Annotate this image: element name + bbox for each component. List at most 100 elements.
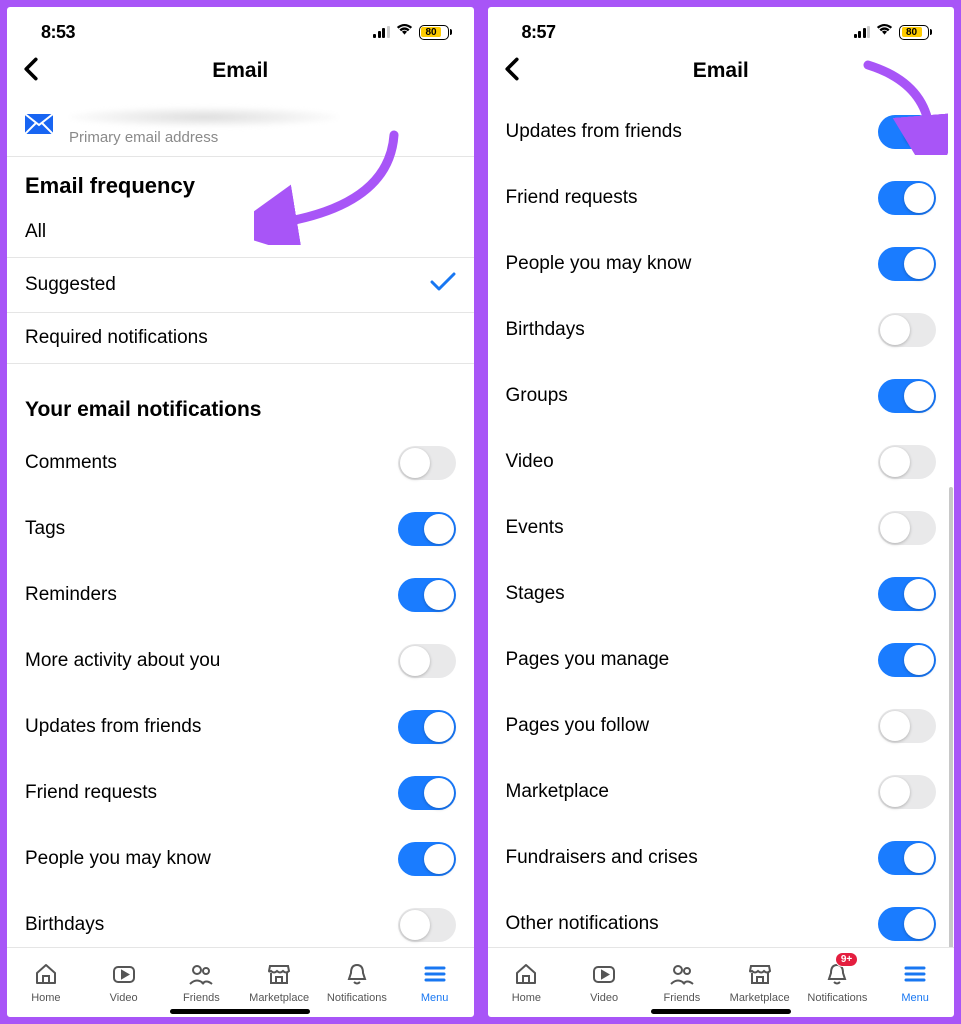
nav-marketplace[interactable]: Marketplace xyxy=(240,948,318,1017)
email-address-blurred xyxy=(69,107,339,127)
check-icon xyxy=(430,272,456,298)
video-icon xyxy=(111,961,137,990)
nav-header: Email xyxy=(488,51,955,99)
toggle-row: Reminders xyxy=(7,562,474,628)
toggle-label: Events xyxy=(506,517,564,539)
nav-friends[interactable]: Friends xyxy=(643,948,721,1017)
section-your-notifications: Your email notifications xyxy=(7,382,474,430)
home-indicator[interactable] xyxy=(651,1009,791,1014)
nav-label: Marketplace xyxy=(730,992,790,1004)
nav-marketplace[interactable]: Marketplace xyxy=(721,948,799,1017)
toggle-switch[interactable] xyxy=(398,512,456,546)
toggle-switch[interactable] xyxy=(398,446,456,480)
toggle-label: Marketplace xyxy=(506,781,610,803)
toggle-label: Pages you follow xyxy=(506,715,650,737)
menu-icon xyxy=(902,961,928,990)
toggle-label: Other notifications xyxy=(506,913,659,935)
toggle-label: Friend requests xyxy=(506,187,638,209)
back-button[interactable] xyxy=(23,57,39,86)
toggle-label: Fundraisers and crises xyxy=(506,847,698,869)
toggle-switch[interactable] xyxy=(878,379,936,413)
toggle-label: Tags xyxy=(25,518,65,540)
toggle-switch[interactable] xyxy=(398,776,456,810)
email-sublabel: Primary email address xyxy=(69,129,456,146)
cellular-icon xyxy=(373,26,390,38)
toggle-row: Stages xyxy=(488,561,955,627)
page-title: Email xyxy=(7,59,474,83)
toggle-switch[interactable] xyxy=(878,709,936,743)
nav-bell[interactable]: Notifications xyxy=(318,948,396,1017)
frequency-option[interactable]: Required notifications xyxy=(7,313,474,364)
nav-friends[interactable]: Friends xyxy=(163,948,241,1017)
toggle-switch[interactable] xyxy=(398,908,456,942)
marketplace-icon xyxy=(747,961,773,990)
video-icon xyxy=(591,961,617,990)
friends-icon xyxy=(669,961,695,990)
nav-label: Friends xyxy=(183,992,220,1004)
nav-bell[interactable]: Notifications 9+ xyxy=(799,948,877,1017)
nav-label: Notifications xyxy=(327,992,387,1004)
toggle-row: Fundraisers and crises xyxy=(488,825,955,891)
toggle-label: Birthdays xyxy=(506,319,585,341)
friends-icon xyxy=(188,961,214,990)
toggle-switch[interactable] xyxy=(398,710,456,744)
scroll-indicator[interactable] xyxy=(949,487,953,947)
toggle-row: People you may know xyxy=(488,231,955,297)
toggle-switch[interactable] xyxy=(878,643,936,677)
toggle-label: Video xyxy=(506,451,554,473)
toggle-switch[interactable] xyxy=(398,644,456,678)
nav-video[interactable]: Video xyxy=(85,948,163,1017)
toggle-switch[interactable] xyxy=(878,775,936,809)
toggle-label: Birthdays xyxy=(25,914,104,936)
toggle-switch[interactable] xyxy=(878,313,936,347)
toggle-row: Other notifications xyxy=(488,891,955,947)
toggle-switch[interactable] xyxy=(398,578,456,612)
toggle-label: Comments xyxy=(25,452,117,474)
toggle-switch[interactable] xyxy=(878,907,936,941)
toggle-row: Events xyxy=(488,495,955,561)
toggle-label: Groups xyxy=(506,385,568,407)
toggle-label: More activity about you xyxy=(25,650,220,672)
nav-label: Friends xyxy=(664,992,701,1004)
toggle-row: Updates from friends xyxy=(7,694,474,760)
notification-badge: 9+ xyxy=(835,952,858,967)
frequency-option[interactable]: Suggested xyxy=(7,258,474,313)
toggle-switch[interactable] xyxy=(878,577,936,611)
nav-label: Home xyxy=(512,992,541,1004)
toggle-label: Updates from friends xyxy=(506,121,682,143)
section-email-frequency: Email frequency xyxy=(7,157,474,207)
nav-header: Email xyxy=(7,51,474,99)
toggle-switch[interactable] xyxy=(878,181,936,215)
status-bar: 8:57 80 xyxy=(488,7,955,51)
nav-video[interactable]: Video xyxy=(565,948,643,1017)
phone-right: 8:57 80 Email Updates from friends Friend… xyxy=(485,4,958,1020)
battery-icon: 80 xyxy=(419,25,452,40)
toggle-switch[interactable] xyxy=(878,511,936,545)
nav-home[interactable]: Home xyxy=(488,948,566,1017)
toggle-switch[interactable] xyxy=(878,841,936,875)
nav-menu[interactable]: Menu xyxy=(876,948,954,1017)
primary-email-row[interactable]: Primary email address xyxy=(7,99,474,157)
toggle-row: Pages you manage xyxy=(488,627,955,693)
nav-home[interactable]: Home xyxy=(7,948,85,1017)
frequency-label: All xyxy=(25,221,46,243)
toggle-switch[interactable] xyxy=(878,247,936,281)
toggle-row: Friend requests xyxy=(7,760,474,826)
toggle-row: People you may know xyxy=(7,826,474,892)
toggle-label: Pages you manage xyxy=(506,649,670,671)
toggle-row: Marketplace xyxy=(488,759,955,825)
status-indicators: 80 xyxy=(373,23,452,41)
toggle-switch[interactable] xyxy=(878,115,936,149)
home-indicator[interactable] xyxy=(170,1009,310,1014)
nav-label: Home xyxy=(31,992,60,1004)
toggle-label: Reminders xyxy=(25,584,117,606)
toggle-label: People you may know xyxy=(25,848,211,870)
frequency-option[interactable]: All xyxy=(7,207,474,258)
toggle-switch[interactable] xyxy=(398,842,456,876)
status-time: 8:57 xyxy=(522,22,556,43)
toggle-switch[interactable] xyxy=(878,445,936,479)
bottom-nav: Home Video Friends Marketplace Notifications… xyxy=(488,947,955,1017)
nav-menu[interactable]: Menu xyxy=(396,948,474,1017)
nav-label: Notifications xyxy=(807,992,867,1004)
back-button[interactable] xyxy=(504,57,520,86)
